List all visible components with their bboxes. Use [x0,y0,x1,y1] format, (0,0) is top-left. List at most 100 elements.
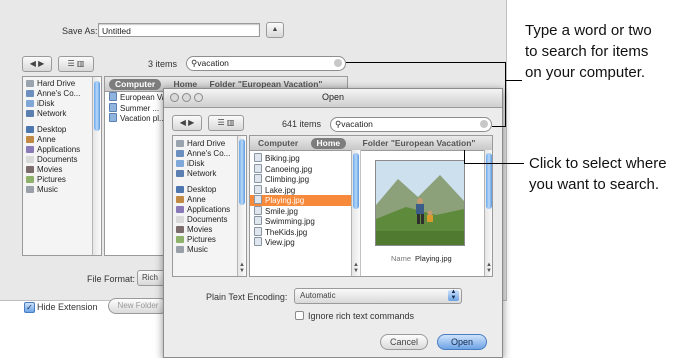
view-toggle[interactable]: ☰ ▥ [208,115,244,131]
sidebar-item-label: Documents [187,215,228,224]
file-item[interactable]: Smile.jpg [250,205,360,217]
sidebar-scrollbar[interactable]: ▲ ▼ [237,136,246,276]
documents-icon [26,156,34,163]
ignore-rich-checkbox[interactable] [295,311,304,320]
sidebar-item-label: Anne's Co... [37,89,81,98]
tab-computer[interactable]: Computer [109,79,162,90]
tab-computer[interactable]: Computer [258,138,298,148]
jpeg-file-icon [254,205,262,215]
file-item[interactable]: Biking.jpg [250,153,360,164]
search-field[interactable]: ⚲vacation [186,56,346,71]
folder-icon [109,92,117,101]
encoding-popup[interactable]: Automatic ▲ ▼ [294,288,462,304]
sidebar-item-music[interactable]: Music [173,245,246,255]
sidebar-item-applications[interactable]: Applications [23,145,101,155]
ignore-rich-label: Ignore rich text commands [308,311,415,321]
sidebar-item-applications[interactable]: Applications [173,205,246,215]
movies-icon [176,226,184,233]
file-name: Playing.jpg [265,196,305,205]
sidebar-item-label: Movies [187,225,213,234]
search-callout: Type a word or two to search for items o… [525,20,652,83]
sidebar-item-idisk[interactable]: iDisk [173,159,246,169]
music-icon [176,246,184,253]
path-tabs: Computer Home Folder "European Vacation" [250,136,492,151]
preview-scrollbar[interactable]: ▲ ▼ [484,150,492,276]
applications-icon [176,206,184,213]
sidebar-item-documents[interactable]: Documents [173,215,246,225]
jpeg-file-icon [254,174,262,183]
sidebar-item-hard-drive[interactable]: Hard Drive [23,79,101,89]
file-item[interactable]: Climbing.jpg [250,174,360,185]
clear-search-icon[interactable] [334,59,342,67]
file-item[interactable]: Swimming.jpg [250,216,360,227]
scroll-arrows-icon[interactable]: ▲ ▼ [238,262,246,274]
sidebar-item-network[interactable]: Network [23,109,101,119]
tab-folder[interactable]: Folder "European Vacation" [363,138,476,148]
hide-extension-checkbox[interactable]: ✓ [24,302,35,313]
sidebar-scrollbar[interactable] [92,77,101,255]
sidebar-item-music[interactable]: Music [23,185,101,195]
save-as-field[interactable]: Untitled [98,23,260,37]
new-folder-button[interactable]: New Folder [108,298,168,314]
search-callout-line-2: to search for items [525,43,649,60]
sidebar-item-label: Applications [37,145,81,154]
encoding-value: Automatic [300,291,336,300]
sidebar-item-documents[interactable]: Documents [23,155,101,165]
jpeg-file-icon [254,153,262,162]
back-forward-button[interactable]: ◀ ▶ [172,115,202,131]
clear-search-icon[interactable] [480,120,488,128]
sidebar-item-label: Anne's Co... [187,149,231,158]
file-item[interactable]: Canoeing.jpg [250,163,360,175]
cancel-button[interactable]: Cancel [380,334,428,350]
desktop-icon [26,126,34,133]
idisk-icon [176,160,184,167]
back-forward-button[interactable]: ◀ ▶ [22,56,52,72]
sidebar-item-network[interactable]: Network [173,169,246,179]
search-query: vacation [341,119,373,129]
file-item-selected[interactable]: Playing.jpg [250,195,360,206]
computer-icon [26,90,34,97]
sidebar-item-label: iDisk [187,159,205,168]
location-callout-line-2: you want to search. [529,176,660,193]
sidebar-item-pictures[interactable]: Pictures [23,175,101,185]
jpeg-file-icon [254,184,262,194]
open-browser: Computer Home Folder "European Vacation"… [249,135,493,277]
open-dialog: Open ◀ ▶ ☰ ▥ 641 items ⚲vacation Hard Dr… [163,88,503,358]
file-name: TheKids.jpg [265,227,308,237]
sidebar-item-desktop[interactable]: Desktop [173,185,246,195]
sidebar-item-anne-s-co[interactable]: Anne's Co... [23,89,101,99]
sidebar-item-movies[interactable]: Movies [23,165,101,175]
tab-home[interactable]: Home [310,138,347,149]
location-callout: Click to select where you want to search… [529,153,667,195]
scroll-arrows-icon[interactable]: ▲ ▼ [352,262,360,274]
search-field[interactable]: ⚲vacation [330,117,492,132]
sidebar-item-anne[interactable]: Anne [23,135,101,145]
sidebar-item-pictures[interactable]: Pictures [173,235,246,245]
sidebar-item-desktop[interactable]: Desktop [23,125,101,135]
sidebar-item-movies[interactable]: Movies [173,225,246,235]
desktop-icon [176,186,184,193]
expand-button[interactable]: ▲ [266,22,284,38]
sidebar-item-anne-s-co[interactable]: Anne's Co... [173,149,246,159]
scroll-arrows-icon[interactable]: ▲ ▼ [485,262,492,274]
result-label: Summer ... [120,103,160,113]
sidebar-item-hard-drive[interactable]: Hard Drive [173,139,246,149]
file-item[interactable]: Lake.jpg [250,184,360,196]
home-icon [176,196,184,203]
search-callout-line-1: Type a word or two [525,22,652,39]
file-item[interactable]: View.jpg [250,237,360,248]
sidebar-item-anne[interactable]: Anne [173,195,246,205]
view-toggle[interactable]: ☰ ▥ [58,56,94,72]
file-name: Smile.jpg [265,206,298,216]
sidebar-item-label: Applications [187,205,231,214]
file-item[interactable]: TheKids.jpg [250,226,360,238]
home-icon [26,136,34,143]
document-icon [109,102,117,112]
file-name: Climbing.jpg [265,175,310,184]
sidebar-item-idisk[interactable]: iDisk [23,99,101,109]
file-scrollbar[interactable]: ▲ ▼ [351,150,360,276]
applications-icon [26,146,34,153]
open-button[interactable]: Open [437,334,487,350]
sidebar-item-label: Network [37,109,67,118]
network-icon [176,170,184,177]
